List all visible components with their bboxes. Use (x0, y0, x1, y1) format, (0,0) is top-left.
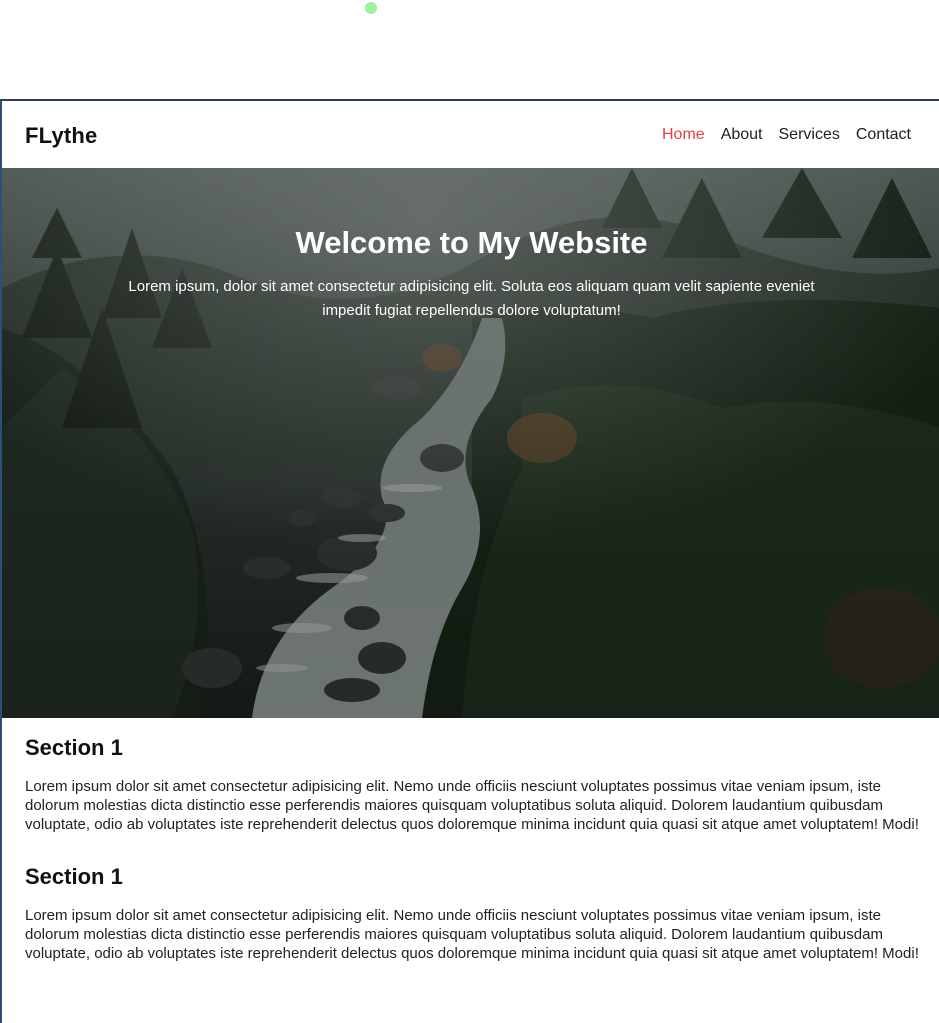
hero-description: Lorem ipsum, dolor sit amet consectetur … (128, 278, 815, 319)
nav-item-services[interactable]: Services (779, 126, 840, 144)
page-frame: FLythe Home About Services Contact Welco… (0, 99, 939, 1023)
navbar: FLythe Home About Services Contact (2, 101, 939, 168)
nav-item-home[interactable]: Home (662, 126, 705, 144)
hero-banner: Welcome to My Website Lorem ipsum, dolor… (2, 168, 939, 718)
main-content: Section 1 Lorem ipsum dolor sit amet con… (25, 735, 921, 993)
nav-item-about[interactable]: About (721, 126, 763, 144)
hero-title: Welcome to My Website (295, 224, 648, 260)
top-blank-area (0, 0, 939, 100)
nav-links: Home About Services Contact (662, 126, 911, 144)
section-text: Lorem ipsum dolor sit amet consectetur a… (25, 778, 919, 833)
section-1: Section 1 Lorem ipsum dolor sit amet con… (25, 735, 921, 834)
section-text: Lorem ipsum dolor sit amet consectetur a… (25, 907, 919, 962)
section-2: Section 1 Lorem ipsum dolor sit amet con… (25, 864, 921, 963)
brand-logo[interactable]: FLythe (25, 123, 98, 149)
nav-item-contact[interactable]: Contact (856, 126, 911, 144)
status-dot-icon (365, 2, 377, 14)
section-title: Section 1 (25, 735, 123, 760)
section-title: Section 1 (25, 864, 123, 889)
